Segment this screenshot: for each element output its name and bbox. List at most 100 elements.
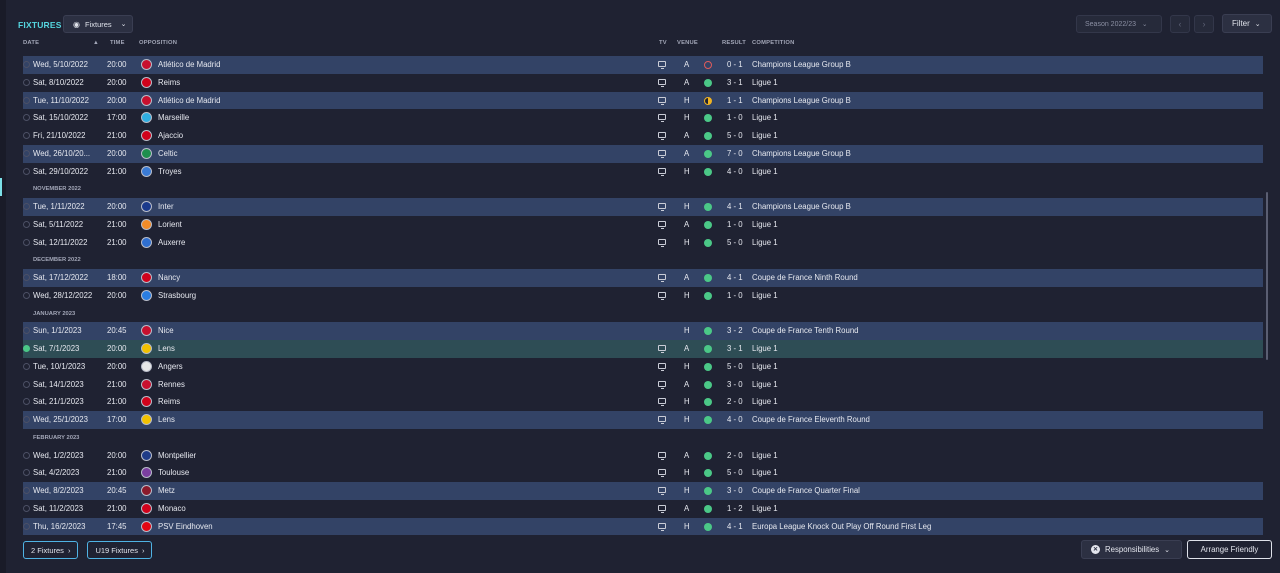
fixture-row[interactable]: Fri, 21/10/2022 21:00 Ajaccio A 5 - 0 Ligue 1 <box>23 127 1263 145</box>
fixture-row[interactable]: Sat, 15/10/2022 17:00 Marseille H 1 - 0 Ligue… <box>23 109 1263 127</box>
score[interactable]: 4 - 1 <box>727 522 743 531</box>
score[interactable]: 1 - 0 <box>727 291 743 300</box>
column-header-opposition[interactable]: OPPOSITION <box>139 40 177 46</box>
opponent-name[interactable]: Inter <box>158 202 174 211</box>
fixture-row[interactable]: Wed, 25/1/2023 17:00 Lens H 4 - 0 Coupe de Fr… <box>23 411 1263 429</box>
select-fixture-radio[interactable] <box>23 345 30 352</box>
score[interactable]: 1 - 2 <box>727 504 743 513</box>
opponent-name[interactable]: Angers <box>158 362 183 371</box>
fixture-row[interactable]: Wed, 5/10/2022 20:00 Atlético de Madrid A 0 … <box>23 56 1263 74</box>
fixture-row[interactable]: Sat, 7/1/2023 20:00 Lens A 3 - 1 Ligue 1 <box>23 340 1263 358</box>
select-fixture-radio[interactable] <box>23 380 30 388</box>
fixture-row[interactable]: Tue, 10/1/2023 20:00 Angers H 5 - 0 Ligue 1 <box>23 358 1263 376</box>
select-fixture-radio[interactable] <box>23 167 30 175</box>
select-fixture-radio[interactable] <box>23 203 30 210</box>
next-season-button[interactable]: › <box>1194 15 1214 33</box>
column-header-date[interactable]: DATE <box>23 40 39 46</box>
select-fixture-radio[interactable] <box>23 78 30 86</box>
score[interactable]: 4 - 0 <box>727 167 743 176</box>
fixture-row[interactable]: Sat, 11/2/2023 21:00 Monaco A 1 - 2 Ligue 1 <box>23 500 1263 518</box>
fixture-row[interactable]: Sat, 12/11/2022 21:00 Auxerre H 5 - 0 Ligue 1 <box>23 234 1263 252</box>
fixture-row[interactable]: Sat, 14/1/2023 21:00 Rennes A 3 - 0 Ligue 1 <box>23 376 1263 394</box>
select-fixture-radio[interactable] <box>23 149 30 157</box>
fixture-row[interactable]: Tue, 11/10/2022 20:00 Atlético de Madrid H 1… <box>23 91 1263 110</box>
arrange-friendly-button[interactable]: Arrange Friendly <box>1187 540 1272 559</box>
fixture-row[interactable]: Sun, 1/1/2023 20:45 Nice H 3 - 2 Coupe de Fra… <box>23 322 1263 340</box>
opponent-name[interactable]: Lens <box>158 344 175 353</box>
score[interactable]: 3 - 2 <box>727 326 743 335</box>
score[interactable]: 2 - 0 <box>727 397 743 406</box>
select-fixture-radio[interactable] <box>23 362 30 370</box>
opponent-name[interactable]: Auxerre <box>158 238 185 247</box>
select-fixture-radio[interactable] <box>23 487 30 494</box>
score[interactable]: 3 - 1 <box>727 344 743 353</box>
select-fixture-radio[interactable] <box>23 398 30 406</box>
fixture-row[interactable]: Wed, 1/2/2023 20:00 Montpellier A 2 - 0 Ligue… <box>23 447 1263 465</box>
fixture-row[interactable]: Sat, 29/10/2022 21:00 Troyes H 4 - 0 Ligue 1 <box>23 163 1263 181</box>
select-fixture-radio[interactable] <box>23 132 30 139</box>
select-fixture-radio[interactable] <box>23 451 30 459</box>
score[interactable]: 5 - 0 <box>727 131 743 140</box>
score[interactable]: 5 - 0 <box>727 468 743 477</box>
opponent-name[interactable]: Atlético de Madrid <box>158 60 220 69</box>
score[interactable]: 2 - 0 <box>727 451 743 460</box>
view-selector-button[interactable]: ◉ Fixtures ⌄ <box>63 15 133 33</box>
table-scrollbar[interactable] <box>1266 192 1268 360</box>
filter-button[interactable]: Filter ⌄ <box>1222 14 1272 33</box>
select-fixture-radio[interactable] <box>23 522 30 530</box>
previous-season-button[interactable]: ‹ <box>1170 15 1190 33</box>
opponent-name[interactable]: Montpellier <box>158 451 196 460</box>
fixture-row[interactable]: Sat, 5/11/2022 21:00 Lorient A 1 - 0 Ligue 1 <box>23 216 1263 234</box>
select-fixture-radio[interactable] <box>23 504 30 512</box>
opponent-name[interactable]: Nice <box>158 326 174 335</box>
score[interactable]: 4 - 0 <box>727 415 743 424</box>
responsibilities-button[interactable]: ✕ Responsibilities ⌄ <box>1081 540 1182 559</box>
fixture-row[interactable]: Wed, 26/10/20... 20:00 Celtic A 7 - 0 Champio… <box>23 144 1263 163</box>
opponent-name[interactable]: Strasbourg <box>158 291 196 300</box>
score[interactable]: 4 - 1 <box>727 202 743 211</box>
fixture-row[interactable]: Wed, 8/2/2023 20:45 Metz H 3 - 0 Coupe de Fra… <box>23 482 1263 500</box>
score[interactable]: 1 - 0 <box>727 113 743 122</box>
fixture-row[interactable]: Sat, 17/12/2022 18:00 Nancy A 4 - 1 Coupe de … <box>23 269 1263 287</box>
opponent-name[interactable]: Reims <box>158 397 180 406</box>
score[interactable]: 3 - 1 <box>727 78 743 87</box>
season-selector[interactable]: Season 2022/23 ⌄ <box>1076 15 1162 33</box>
opponent-name[interactable]: Monaco <box>158 504 186 513</box>
opponent-name[interactable]: Toulouse <box>158 468 189 477</box>
score[interactable]: 1 - 0 <box>727 220 743 229</box>
fixture-row[interactable]: Wed, 28/12/2022 20:00 Strasbourg H 1 - 0 Ligu… <box>23 287 1263 305</box>
score[interactable]: 3 - 0 <box>727 486 743 495</box>
select-fixture-radio[interactable] <box>23 238 30 246</box>
select-fixture-radio[interactable] <box>23 416 30 423</box>
select-fixture-radio[interactable] <box>23 96 30 104</box>
column-header-tv[interactable]: TV <box>659 40 667 46</box>
opponent-name[interactable]: Lorient <box>158 220 182 229</box>
column-header-competition[interactable]: COMPETITION <box>752 40 794 46</box>
opponent-name[interactable]: Atlético de Madrid <box>158 96 220 105</box>
opponent-name[interactable]: Celtic <box>158 149 178 158</box>
score[interactable]: 3 - 0 <box>727 380 743 389</box>
fixture-row[interactable]: Tue, 1/11/2022 20:00 Inter H 4 - 1 Champions … <box>23 198 1263 216</box>
opponent-name[interactable]: Rennes <box>158 380 185 389</box>
select-fixture-radio[interactable] <box>23 220 30 228</box>
column-header-venue[interactable]: VENUE <box>677 40 698 46</box>
column-header-result[interactable]: RESULT <box>722 40 746 46</box>
select-fixture-radio[interactable] <box>23 61 30 68</box>
opponent-name[interactable]: Troyes <box>158 167 182 176</box>
select-fixture-radio[interactable] <box>23 327 30 335</box>
score[interactable]: 4 - 1 <box>727 273 743 282</box>
two-fixtures-button[interactable]: 2 Fixtures › <box>23 541 79 559</box>
score[interactable]: 5 - 0 <box>727 238 743 247</box>
fixture-row[interactable]: Sat, 8/10/2022 20:00 Reims A 3 - 1 Ligue 1 <box>23 74 1263 92</box>
select-fixture-radio[interactable] <box>23 114 30 122</box>
column-header-time[interactable]: TIME <box>110 40 125 46</box>
opponent-name[interactable]: PSV Eindhoven <box>158 522 213 531</box>
u19-fixtures-button[interactable]: U19 Fixtures › <box>87 541 153 559</box>
score[interactable]: 0 - 1 <box>727 60 743 69</box>
select-fixture-radio[interactable] <box>23 291 30 299</box>
opponent-name[interactable]: Reims <box>158 78 180 87</box>
fixture-row[interactable]: Sat, 21/1/2023 21:00 Reims H 2 - 0 Ligue 1 <box>23 393 1263 411</box>
select-fixture-radio[interactable] <box>23 469 30 477</box>
score[interactable]: 7 - 0 <box>727 149 743 158</box>
fixture-row[interactable]: Thu, 16/2/2023 17:45 PSV Eindhoven H 4 - 1 Eu… <box>23 517 1263 536</box>
